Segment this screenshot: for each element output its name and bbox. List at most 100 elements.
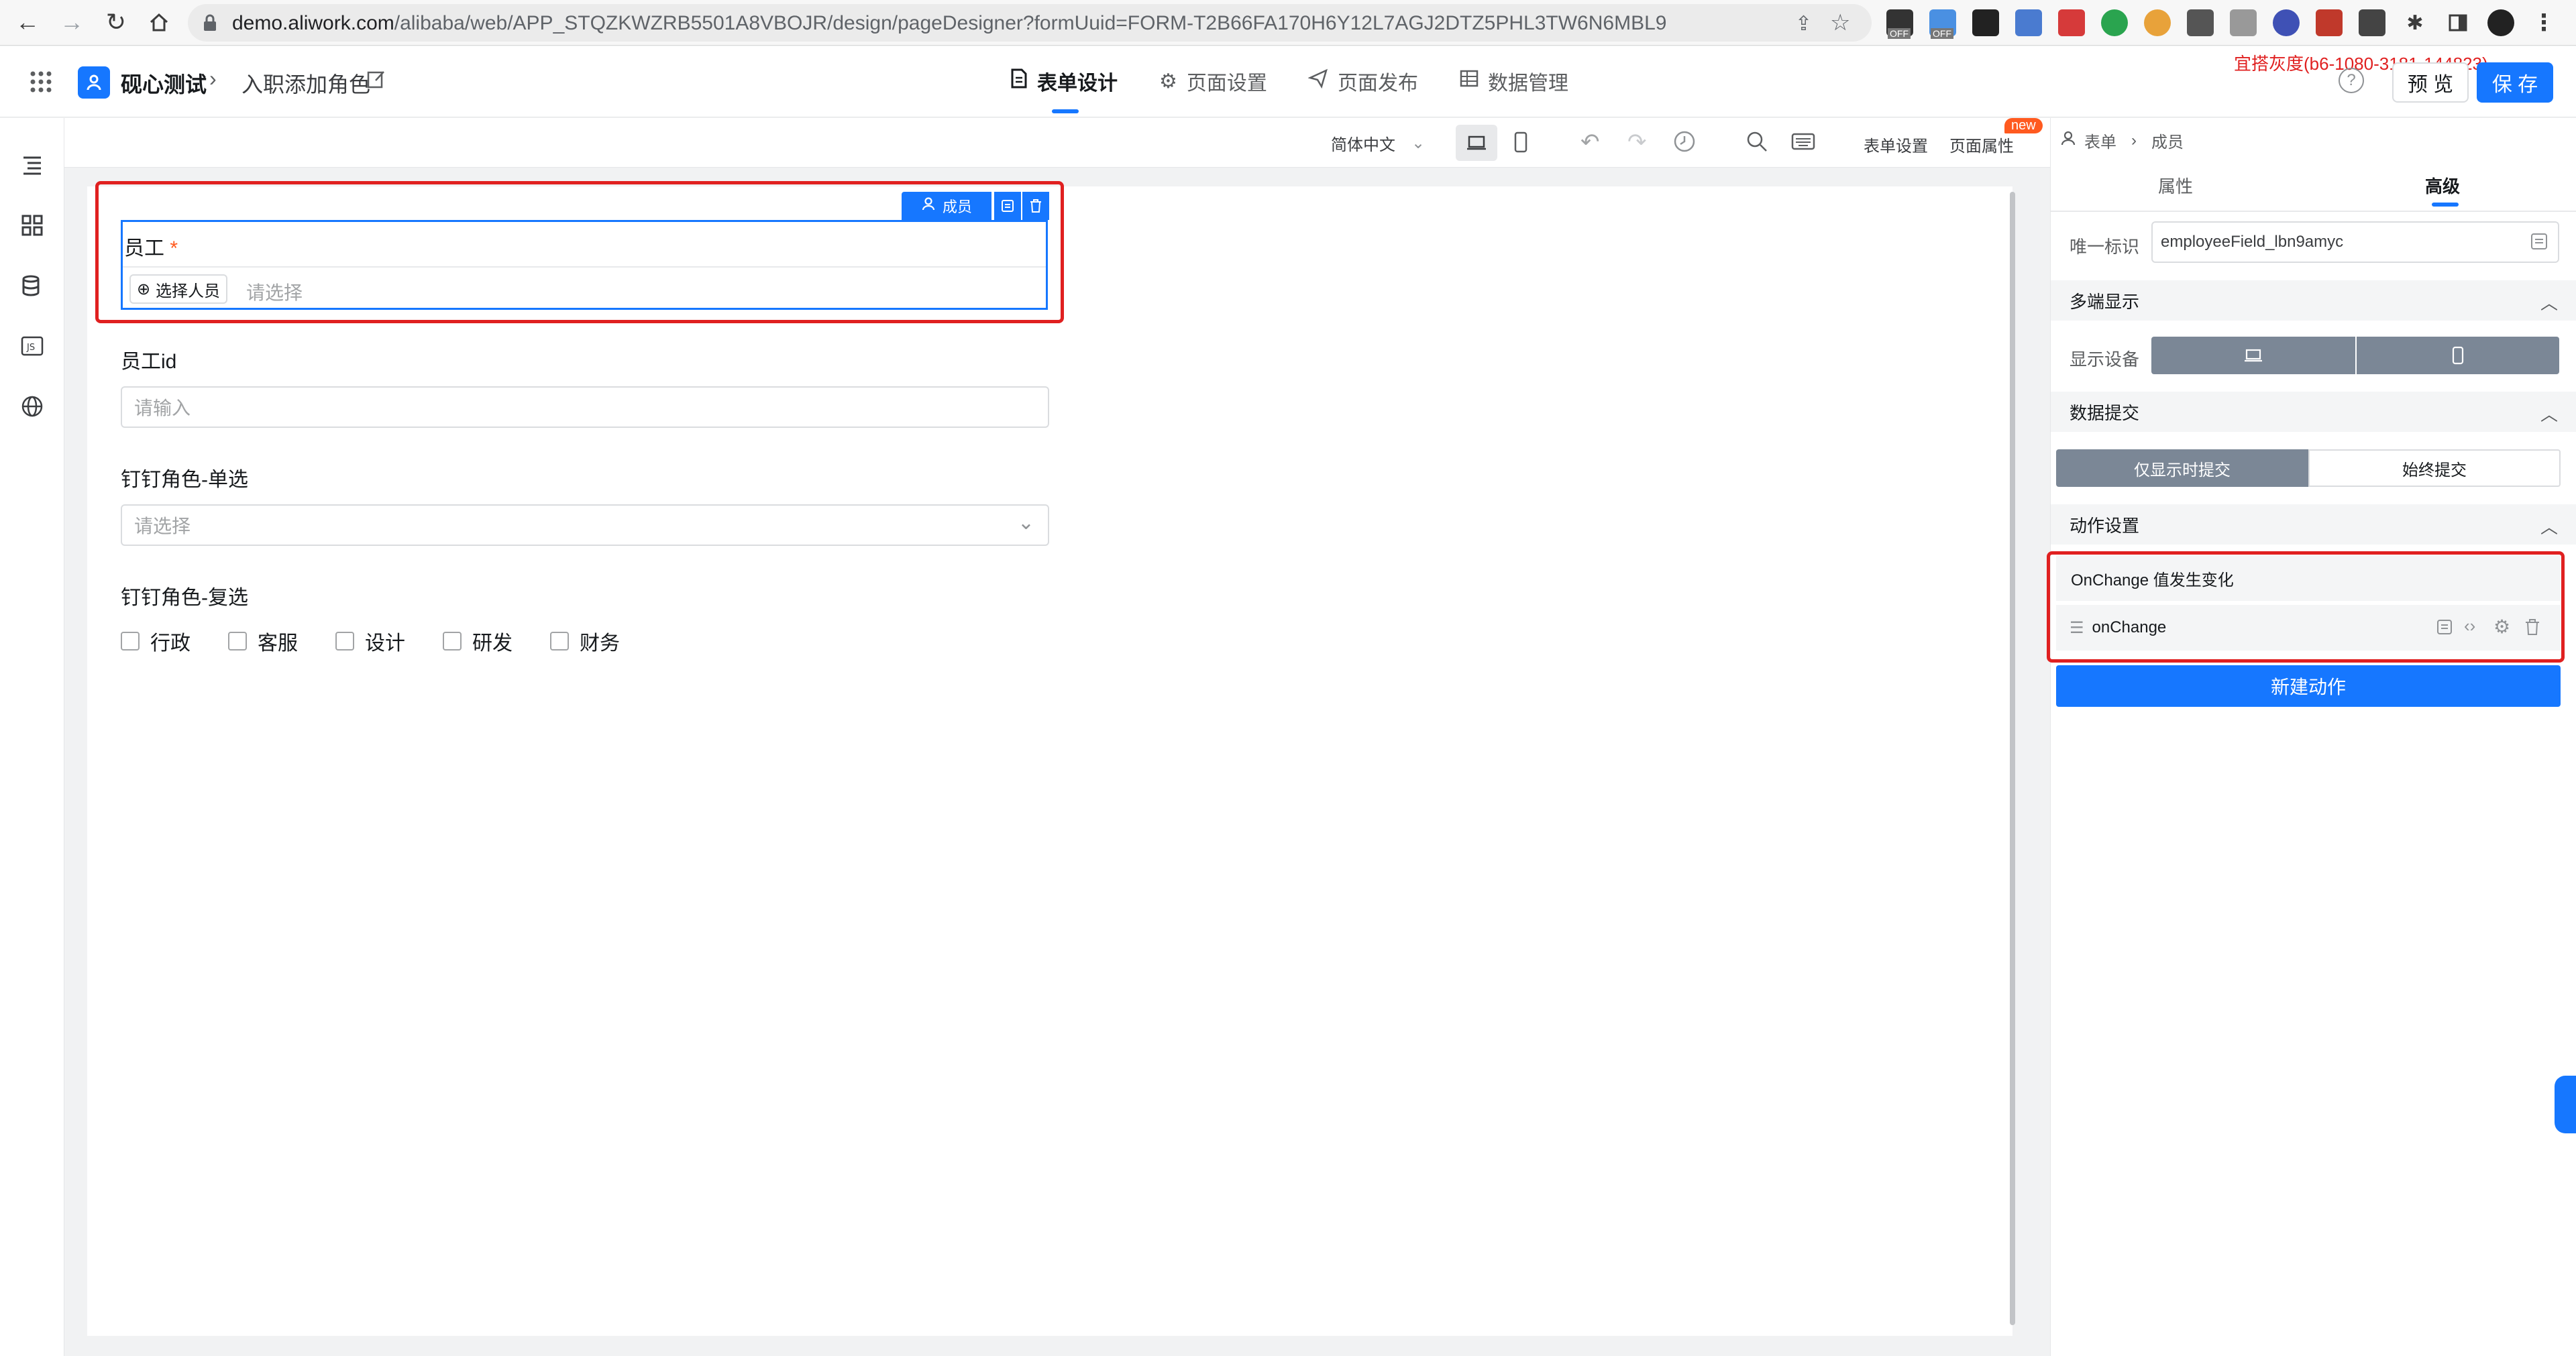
- form-settings-button[interactable]: 表单设置: [1864, 133, 1928, 156]
- tab-page-settings[interactable]: ⚙ 页面设置: [1159, 66, 1267, 96]
- profile-avatar[interactable]: [2487, 9, 2514, 36]
- extension-icon[interactable]: [2316, 9, 2343, 36]
- extension-icon[interactable]: [2101, 9, 2128, 36]
- tab-page-publish[interactable]: 页面发布: [1307, 66, 1418, 96]
- extension-icon[interactable]: [2230, 9, 2257, 36]
- unique-id-field[interactable]: employeeField_lbn9amyc: [2151, 221, 2559, 263]
- chevron-up-icon: ︿: [2540, 517, 2558, 537]
- desktop-view-button[interactable]: [1456, 125, 1497, 161]
- checkbox-option[interactable]: 设计: [335, 626, 405, 656]
- checkbox-option[interactable]: 客服: [228, 626, 298, 656]
- extension-off-badge: OFF: [1931, 28, 1953, 39]
- field-label: 钉钉角色-单选: [121, 469, 248, 491]
- panel-breadcrumb: 表单 › 成员: [2060, 129, 2184, 152]
- checkbox[interactable]: [335, 632, 354, 651]
- tab-label: 页面发布: [1338, 72, 1418, 95]
- highlight-box: [95, 181, 1064, 323]
- forward-icon[interactable]: →: [55, 5, 89, 39]
- display-device-label: 显示设备: [2070, 349, 2140, 370]
- mobile-view-button[interactable]: [1513, 131, 1528, 156]
- table-icon: [1460, 69, 1479, 93]
- field-label: 钉钉角色-复选: [121, 587, 248, 609]
- gear-icon: ⚙: [1159, 70, 1177, 93]
- save-button[interactable]: 保 存: [2477, 62, 2553, 103]
- search-icon[interactable]: [1746, 130, 1768, 156]
- document-icon: [1010, 68, 1028, 94]
- page-properties-button[interactable]: 页面属性: [1949, 133, 2014, 156]
- puzzle-icon[interactable]: ✱: [2402, 9, 2428, 36]
- lock-icon: [203, 13, 217, 36]
- keyboard-icon[interactable]: [1791, 133, 1815, 154]
- extension-icon[interactable]: [2273, 9, 2300, 36]
- section-multi-device[interactable]: 多端显示 ︿: [2051, 280, 2576, 321]
- checkbox-option[interactable]: 行政: [121, 626, 191, 656]
- extension-icon[interactable]: [2015, 9, 2042, 36]
- back-icon[interactable]: ←: [11, 5, 44, 39]
- share-icon[interactable]: ⇪: [1795, 12, 1812, 36]
- device-desktop-toggle[interactable]: [2151, 337, 2355, 374]
- js-code-icon[interactable]: JS: [19, 333, 46, 359]
- extension-icon[interactable]: [2144, 9, 2171, 36]
- datasource-icon[interactable]: [19, 272, 46, 299]
- option-label: 客服: [258, 632, 298, 655]
- tab-data-management[interactable]: 数据管理: [1460, 66, 1568, 96]
- canvas-scrollbar[interactable]: [2010, 192, 2015, 1325]
- checkbox[interactable]: [443, 632, 462, 651]
- app-logo-icon: [78, 66, 110, 99]
- submit-when-visible-option[interactable]: 仅显示时提交: [2056, 449, 2308, 487]
- tab-form-design[interactable]: 表单设计: [1010, 66, 1118, 96]
- device-mobile-toggle[interactable]: [2357, 337, 2559, 374]
- edit-icon[interactable]: [366, 69, 386, 93]
- section-actions[interactable]: 动作设置 ︿: [2051, 504, 2576, 545]
- bookmark-star-icon[interactable]: ☆: [1830, 9, 1850, 36]
- checkbox-option[interactable]: 财务: [550, 626, 620, 656]
- url-text: demo.aliwork.com/alibaba/web/APP_STQZKWZ…: [232, 12, 1667, 34]
- checkbox[interactable]: [228, 632, 247, 651]
- extension-icon[interactable]: [2058, 9, 2085, 36]
- help-icon[interactable]: ?: [2339, 68, 2364, 93]
- globe-icon[interactable]: [19, 393, 46, 420]
- feedback-float-button[interactable]: [2555, 1076, 2576, 1133]
- extension-icon[interactable]: [2187, 9, 2214, 36]
- tab-advanced[interactable]: 高级: [2425, 173, 2460, 198]
- user-icon: [2060, 130, 2076, 151]
- components-icon[interactable]: [19, 212, 46, 239]
- checkbox-option[interactable]: 研发: [443, 626, 513, 656]
- menu-kebab-icon[interactable]: ⋮: [2530, 9, 2557, 36]
- section-title: 动作设置: [2070, 515, 2140, 536]
- language-select[interactable]: 简体中文 ⌄: [1331, 131, 1425, 155]
- reload-icon[interactable]: ↻: [99, 5, 133, 39]
- extension-icon[interactable]: [2359, 9, 2385, 36]
- employee-id-input[interactable]: 请输入: [121, 386, 1049, 428]
- section-data-submit[interactable]: 数据提交 ︿: [2051, 392, 2576, 432]
- copy-icon[interactable]: [2530, 232, 2548, 256]
- designer-toolbar: 简体中文 ⌄ ↶ ↷ 表单设置 页面属性 new: [64, 118, 2050, 168]
- sidepanel-icon[interactable]: [2445, 9, 2471, 36]
- outline-tree-icon[interactable]: [19, 152, 46, 178]
- new-badge: new: [2004, 118, 2043, 133]
- role-single-select[interactable]: 请选择 ⌄: [121, 504, 1049, 546]
- tab-properties[interactable]: 属性: [2158, 173, 2193, 198]
- home-icon[interactable]: [142, 5, 176, 39]
- submit-always-option[interactable]: 始终提交: [2308, 449, 2561, 487]
- history-icon[interactable]: [1673, 130, 1696, 156]
- highlight-box: [2047, 551, 2565, 663]
- extension-icon[interactable]: [1972, 9, 1999, 36]
- browser-toolbar: ← → ↻ demo.aliwork.com/alibaba/web/APP_S…: [0, 0, 2576, 46]
- undo-icon[interactable]: ↶: [1580, 129, 1600, 156]
- preview-button[interactable]: 预 览: [2392, 62, 2469, 103]
- app-grid-icon[interactable]: [30, 70, 52, 97]
- address-bar[interactable]: demo.aliwork.com/alibaba/web/APP_STQZKWZ…: [188, 4, 1872, 42]
- redo-icon[interactable]: ↷: [1627, 129, 1647, 156]
- section-title: 多端显示: [2070, 291, 2140, 312]
- breadcrumb-item[interactable]: 表单: [2084, 129, 2116, 152]
- chevron-down-icon: ⌄: [1411, 134, 1426, 152]
- active-tab-indicator: [1052, 109, 1079, 113]
- tab-label: 表单设计: [1037, 72, 1118, 95]
- extension-off-badge: OFF: [1888, 28, 1911, 39]
- checkbox[interactable]: [550, 632, 569, 651]
- app-name[interactable]: 砚心测试: [121, 68, 207, 99]
- new-action-button[interactable]: 新建动作: [2056, 665, 2561, 707]
- checkbox[interactable]: [121, 632, 140, 651]
- chevron-up-icon: ︿: [2540, 404, 2558, 425]
